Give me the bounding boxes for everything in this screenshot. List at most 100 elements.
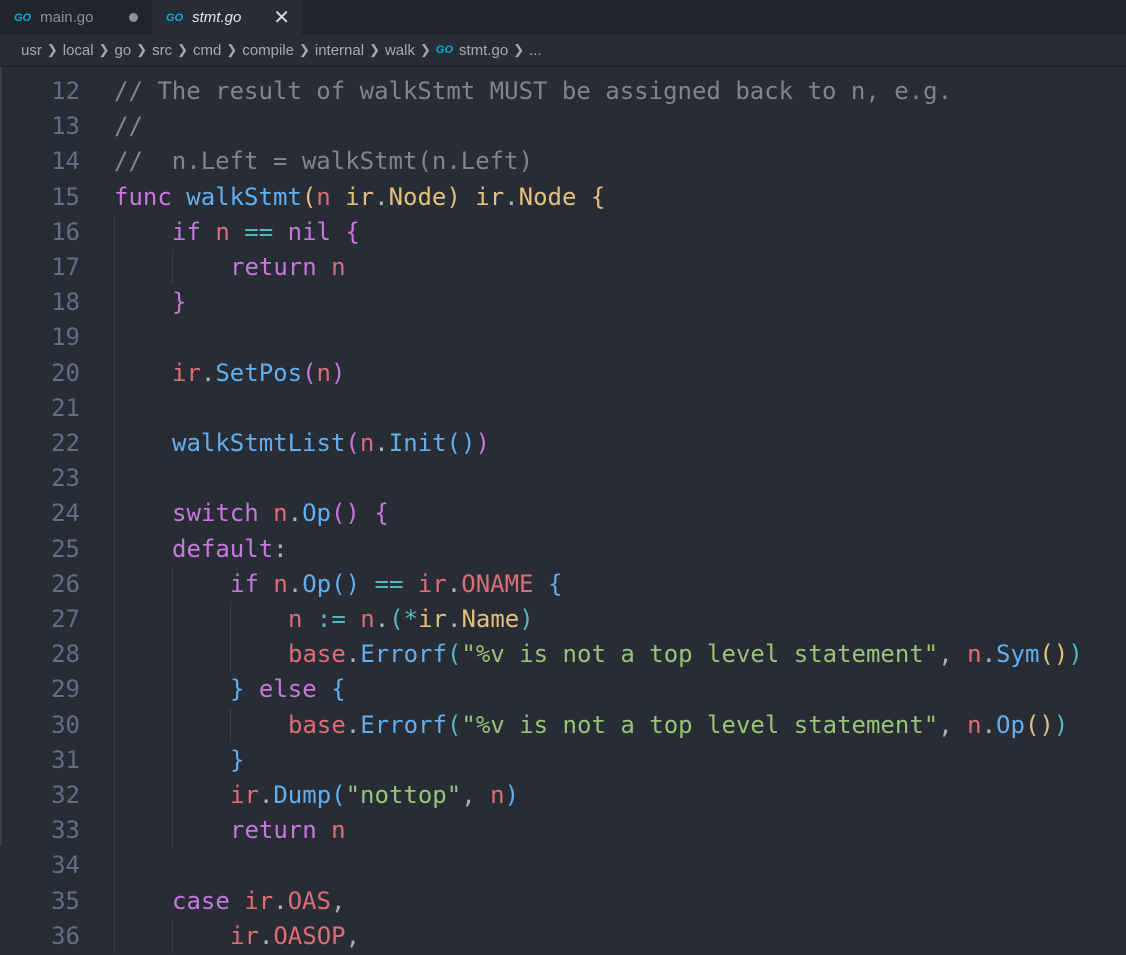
code-line[interactable]: 34 bbox=[0, 848, 1126, 883]
code-text: // bbox=[114, 109, 143, 144]
line-number[interactable]: 28 bbox=[0, 637, 80, 672]
code-line[interactable]: 26 if n.Op() == ir.ONAME { bbox=[0, 567, 1126, 602]
line-number[interactable]: 22 bbox=[0, 426, 80, 461]
breadcrumb-item-go[interactable]: go bbox=[115, 42, 132, 59]
code-token: . bbox=[287, 569, 303, 598]
code-line[interactable]: 16 if n == nil { bbox=[0, 215, 1126, 250]
breadcrumb-item-usr[interactable]: usr bbox=[21, 42, 42, 59]
code-line[interactable]: 28 base.Errorf("%v is not a top level sta… bbox=[0, 637, 1126, 672]
code-line[interactable]: 25 default: bbox=[0, 532, 1126, 567]
breadcrumb-item-compile[interactable]: compile bbox=[242, 42, 294, 59]
code-token: ( bbox=[446, 710, 462, 739]
code-token: n bbox=[273, 499, 288, 528]
code-token: := bbox=[316, 605, 361, 633]
line-number[interactable]: 17 bbox=[0, 250, 80, 285]
code-token: . bbox=[446, 569, 462, 598]
code-line[interactable]: 36 ir.OASOP, bbox=[0, 919, 1126, 954]
code-line[interactable]: 33 return n bbox=[0, 813, 1126, 848]
code-token: default bbox=[172, 534, 274, 563]
line-number[interactable]: 20 bbox=[0, 356, 80, 391]
code-text: return n bbox=[230, 813, 346, 848]
code-token: . bbox=[374, 605, 390, 633]
code-line[interactable]: 29} else { bbox=[0, 672, 1126, 707]
line-number[interactable]: 25 bbox=[0, 532, 80, 567]
breadcrumb-item-src[interactable]: src bbox=[152, 42, 172, 59]
code-text: if n == nil { bbox=[172, 215, 360, 250]
line-number[interactable]: 30 bbox=[0, 708, 80, 743]
line-number[interactable]: 18 bbox=[0, 285, 80, 320]
breadcrumb-item-internal[interactable]: internal bbox=[315, 42, 364, 59]
code-line[interactable]: 30 base.Errorf("%v is not a top level sta… bbox=[0, 708, 1126, 743]
code-token: "%v is not a top level statement" bbox=[461, 710, 939, 739]
indent-guide bbox=[114, 214, 115, 954]
line-number[interactable]: 32 bbox=[0, 778, 80, 813]
code-line[interactable]: 19 bbox=[0, 320, 1126, 355]
line-number[interactable]: 19 bbox=[0, 320, 80, 355]
code-line[interactable]: 20 ir.SetPos(n) bbox=[0, 356, 1126, 391]
line-number[interactable]: 33 bbox=[0, 813, 80, 848]
code-token: () bbox=[330, 499, 360, 528]
line-number[interactable]: 15 bbox=[0, 180, 80, 215]
code-token: ) bbox=[504, 781, 520, 809]
code-line[interactable]: 13 // bbox=[0, 109, 1126, 144]
breadcrumb-item-walk[interactable]: walk bbox=[385, 42, 415, 59]
tab-main-go[interactable]: GO main.go bbox=[0, 0, 152, 35]
code-text: } bbox=[230, 743, 244, 778]
code-line[interactable]: 14 // n.Left = walkStmt(n.Left) bbox=[0, 144, 1126, 179]
breadcrumb-item-file[interactable]: stmt.go bbox=[459, 42, 508, 59]
chevron-right-icon: ❯ bbox=[136, 42, 148, 57]
breadcrumb-item-cmd[interactable]: cmd bbox=[193, 42, 221, 59]
line-number[interactable]: 34 bbox=[0, 848, 80, 883]
code-line[interactable]: 23 bbox=[0, 461, 1126, 496]
line-number[interactable]: 27 bbox=[0, 602, 80, 637]
indent-guide bbox=[172, 918, 173, 954]
line-number[interactable]: 13 bbox=[0, 109, 80, 144]
code-token: { bbox=[590, 182, 606, 211]
code-token: . bbox=[374, 182, 389, 211]
chevron-right-icon: ❯ bbox=[298, 42, 310, 57]
code-line[interactable]: 21 bbox=[0, 391, 1126, 426]
code-line[interactable]: 27 n := n.(*ir.Name) bbox=[0, 602, 1126, 637]
code-line[interactable]: 18} bbox=[0, 285, 1126, 320]
code-line[interactable]: 15 func walkStmt(n ir.Node) ir.Node { bbox=[0, 180, 1126, 215]
code-line[interactable]: 35 case ir.OAS, bbox=[0, 884, 1126, 919]
line-number[interactable]: 36 bbox=[0, 919, 80, 954]
code-token: ) bbox=[1053, 710, 1069, 739]
code-token: return bbox=[230, 253, 332, 281]
line-number[interactable]: 26 bbox=[0, 567, 80, 602]
code-line[interactable]: 17 return n bbox=[0, 250, 1126, 285]
code-token: n bbox=[316, 358, 331, 387]
code-line[interactable]: 12 // The result of walkStmt MUST be assi… bbox=[0, 74, 1126, 109]
close-icon[interactable]: ✕ bbox=[273, 8, 290, 28]
code-editor[interactable]: 12 // The result of walkStmt MUST be assi… bbox=[0, 65, 1126, 955]
code-token: else bbox=[258, 675, 332, 704]
code-token: // bbox=[114, 112, 143, 141]
line-number[interactable]: 29 bbox=[0, 672, 80, 707]
code-line[interactable]: 24 switch n.Op() { bbox=[0, 496, 1126, 531]
line-number[interactable]: 16 bbox=[0, 215, 80, 250]
breadcrumb-ellipsis[interactable]: ... bbox=[529, 42, 542, 59]
code-token: OAS bbox=[287, 886, 331, 915]
line-number[interactable]: 21 bbox=[0, 391, 80, 426]
code-line[interactable]: 32 ir.Dump("nottop", n) bbox=[0, 778, 1126, 813]
code-text: // n.Left = walkStmt(n.Left) bbox=[114, 144, 533, 179]
line-number[interactable]: 35 bbox=[0, 884, 80, 919]
code-line[interactable]: 22 walkStmtList(n.Init()) bbox=[0, 426, 1126, 461]
line-number[interactable]: 31 bbox=[0, 743, 80, 778]
tab-stmt-go[interactable]: GO stmt.go ✕ bbox=[152, 0, 302, 35]
breadcrumb-item-local[interactable]: local bbox=[63, 42, 94, 59]
unsaved-dot-icon[interactable] bbox=[129, 13, 138, 22]
code-line[interactable]: 31} bbox=[0, 743, 1126, 778]
code-token: ( bbox=[331, 781, 346, 809]
go-file-icon: GO bbox=[435, 44, 454, 56]
code-token: , bbox=[330, 886, 346, 915]
line-number[interactable]: 12 bbox=[0, 74, 80, 109]
line-number[interactable]: 23 bbox=[0, 461, 80, 496]
code-token: () bbox=[331, 569, 361, 598]
line-number[interactable]: 14 bbox=[0, 144, 80, 179]
code-token: ( bbox=[446, 640, 462, 669]
code-token: base bbox=[288, 640, 346, 669]
line-number[interactable]: 24 bbox=[0, 496, 80, 531]
